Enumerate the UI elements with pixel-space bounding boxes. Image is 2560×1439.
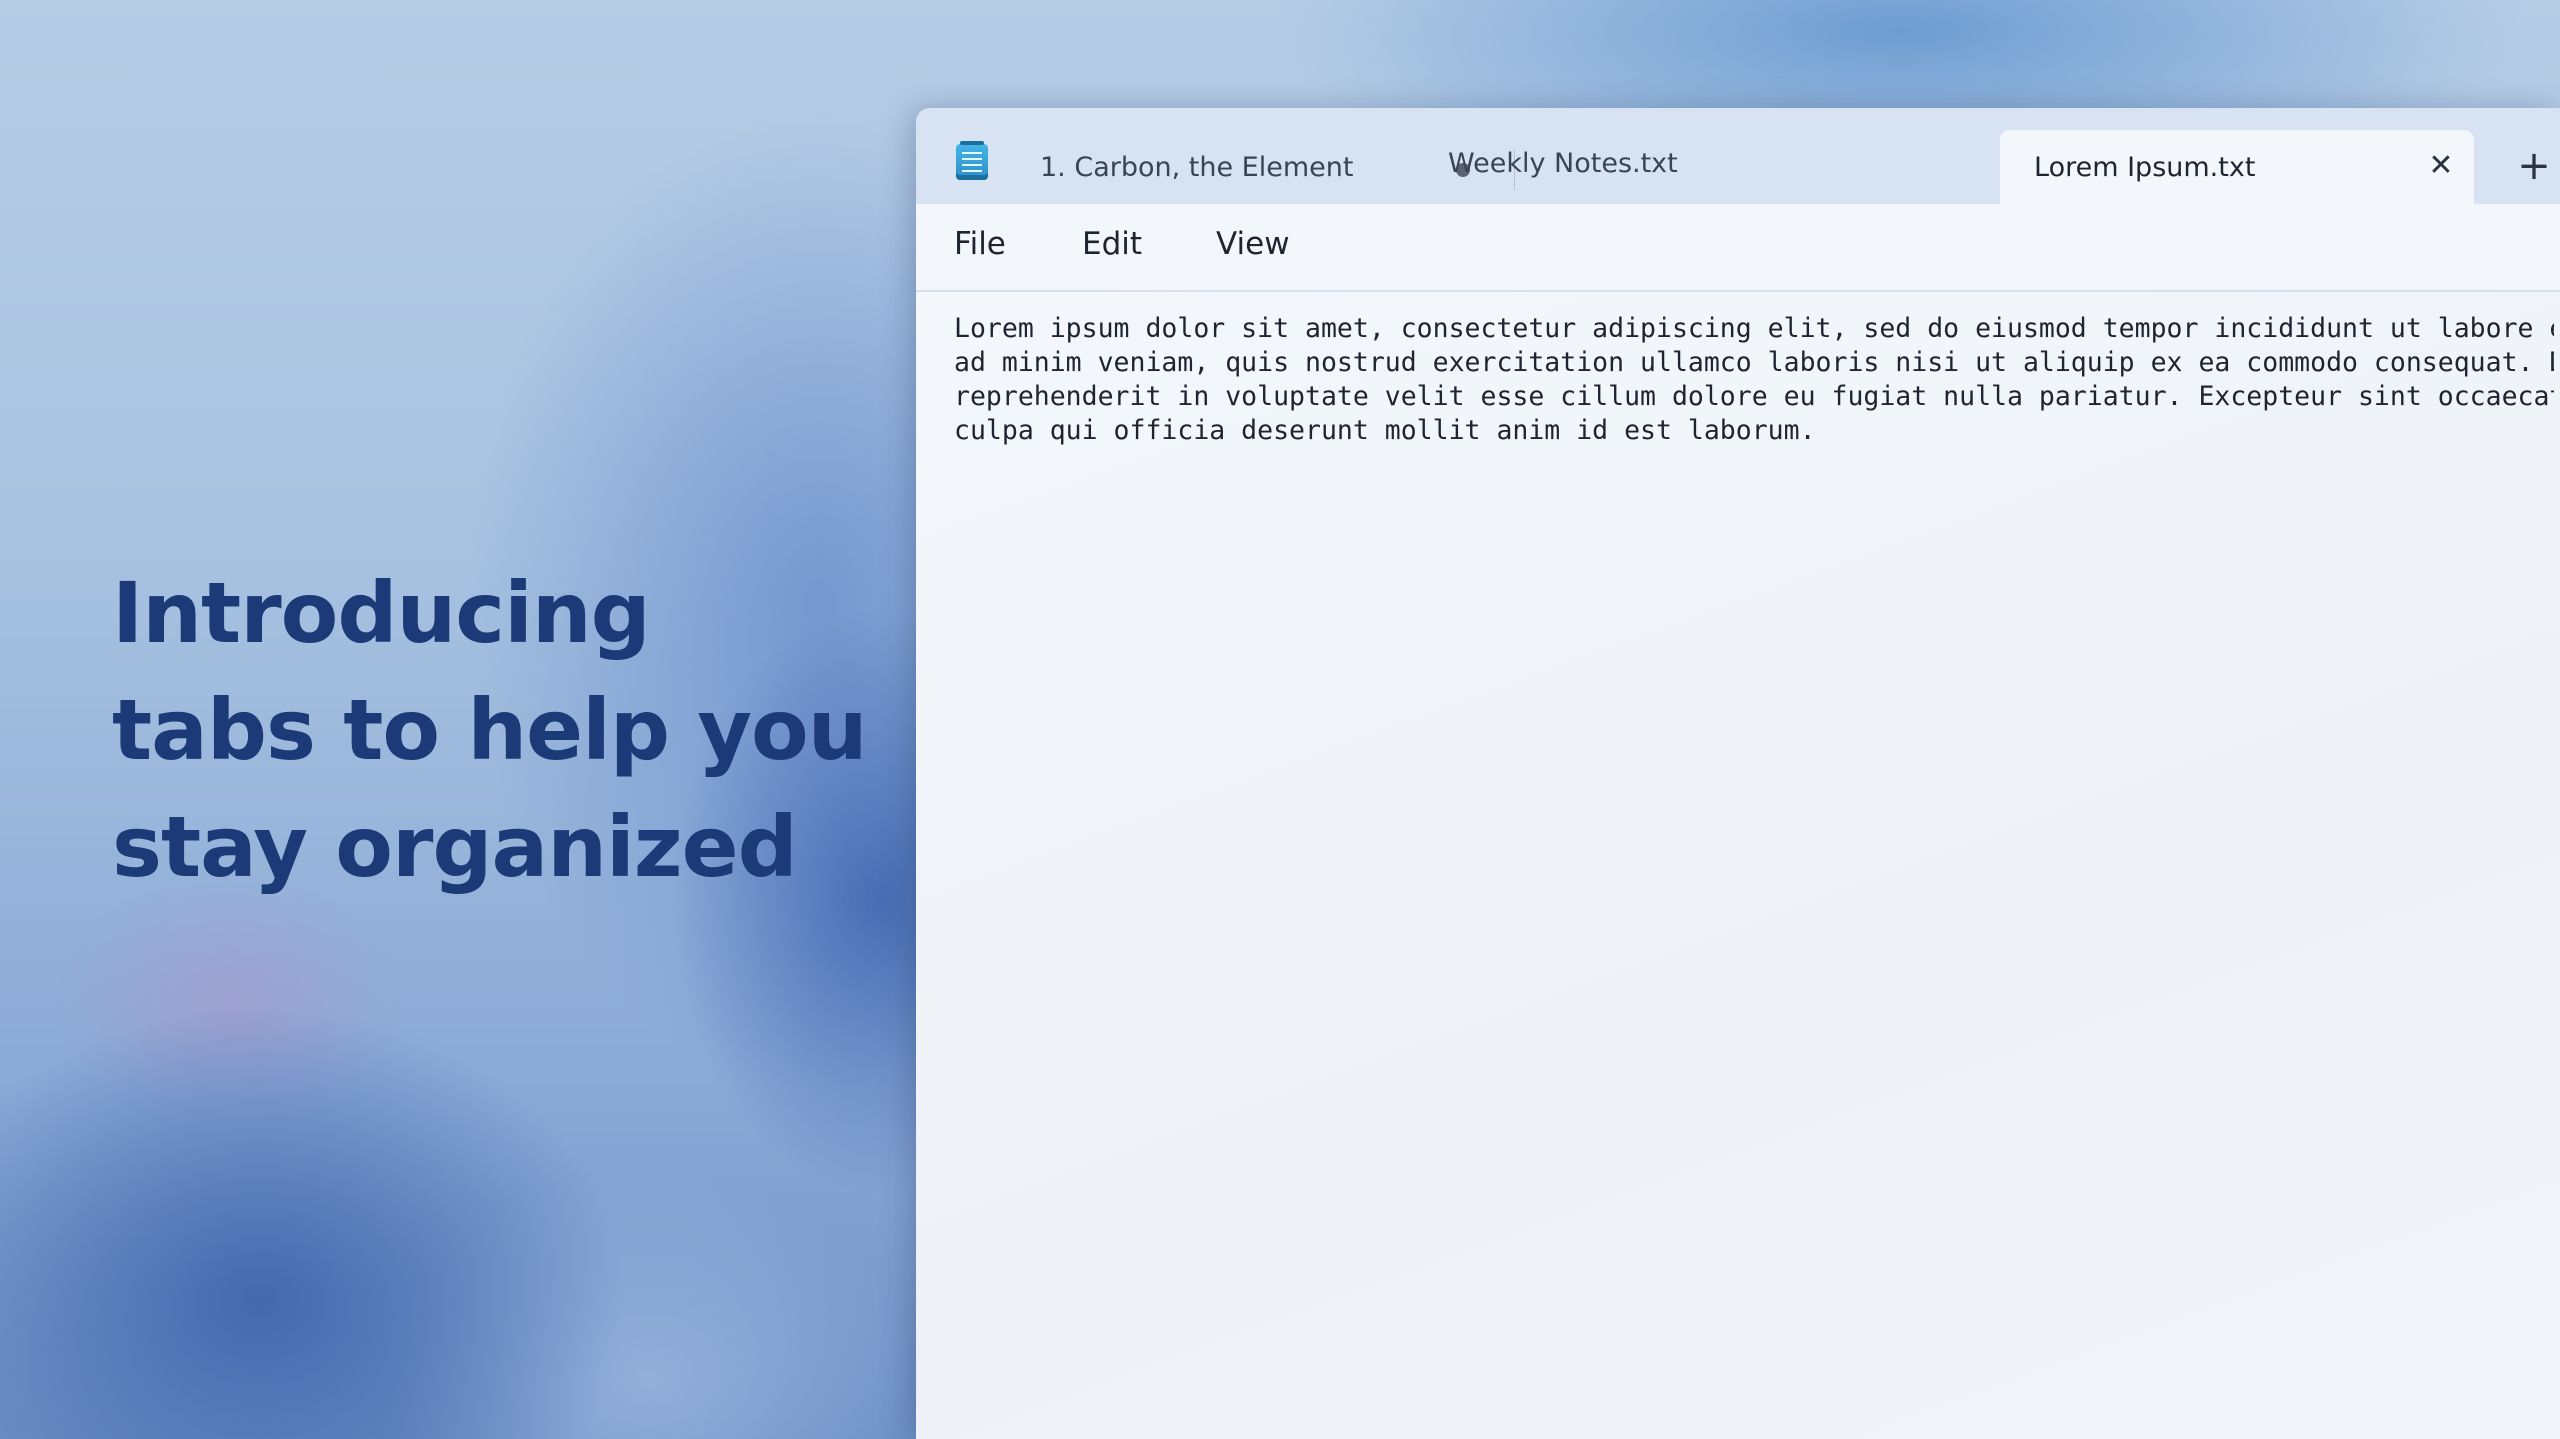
tab-carbon-the-element[interactable]: 1. Carbon, the Element xyxy=(1006,130,1396,204)
notepad-window: 1. Carbon, the Element Weekly Notes.txt … xyxy=(916,108,2560,1439)
tab-label: Lorem Ipsum.txt xyxy=(2034,152,2256,183)
close-tab-icon[interactable]: ✕ xyxy=(2424,149,2458,183)
new-tab-icon[interactable]: + xyxy=(2514,146,2554,186)
notepad-icon xyxy=(956,141,988,180)
menu-edit[interactable]: Edit xyxy=(1082,226,1142,262)
tab-strip: 1. Carbon, the Element Weekly Notes.txt … xyxy=(916,108,2560,205)
menu-file[interactable]: File xyxy=(954,226,1006,262)
text-editor[interactable]: Lorem ipsum dolor sit amet, consectetur … xyxy=(916,292,2560,1439)
tab-label: Weekly Notes.txt xyxy=(1448,147,1678,179)
tab-lorem-ipsum[interactable]: Lorem Ipsum.txt xyxy=(2000,130,2474,205)
editor-text[interactable]: Lorem ipsum dolor sit amet, consectetur … xyxy=(954,312,2554,472)
tab-weekly-notes[interactable]: Weekly Notes.txt xyxy=(1412,126,1712,200)
menu-bar: File Edit View xyxy=(916,204,2560,292)
headline: Introducing tabs to help you stay organi… xyxy=(112,564,868,896)
menu-view[interactable]: View xyxy=(1216,226,1290,262)
tab-label: 1. Carbon, the Element xyxy=(1040,151,1354,183)
